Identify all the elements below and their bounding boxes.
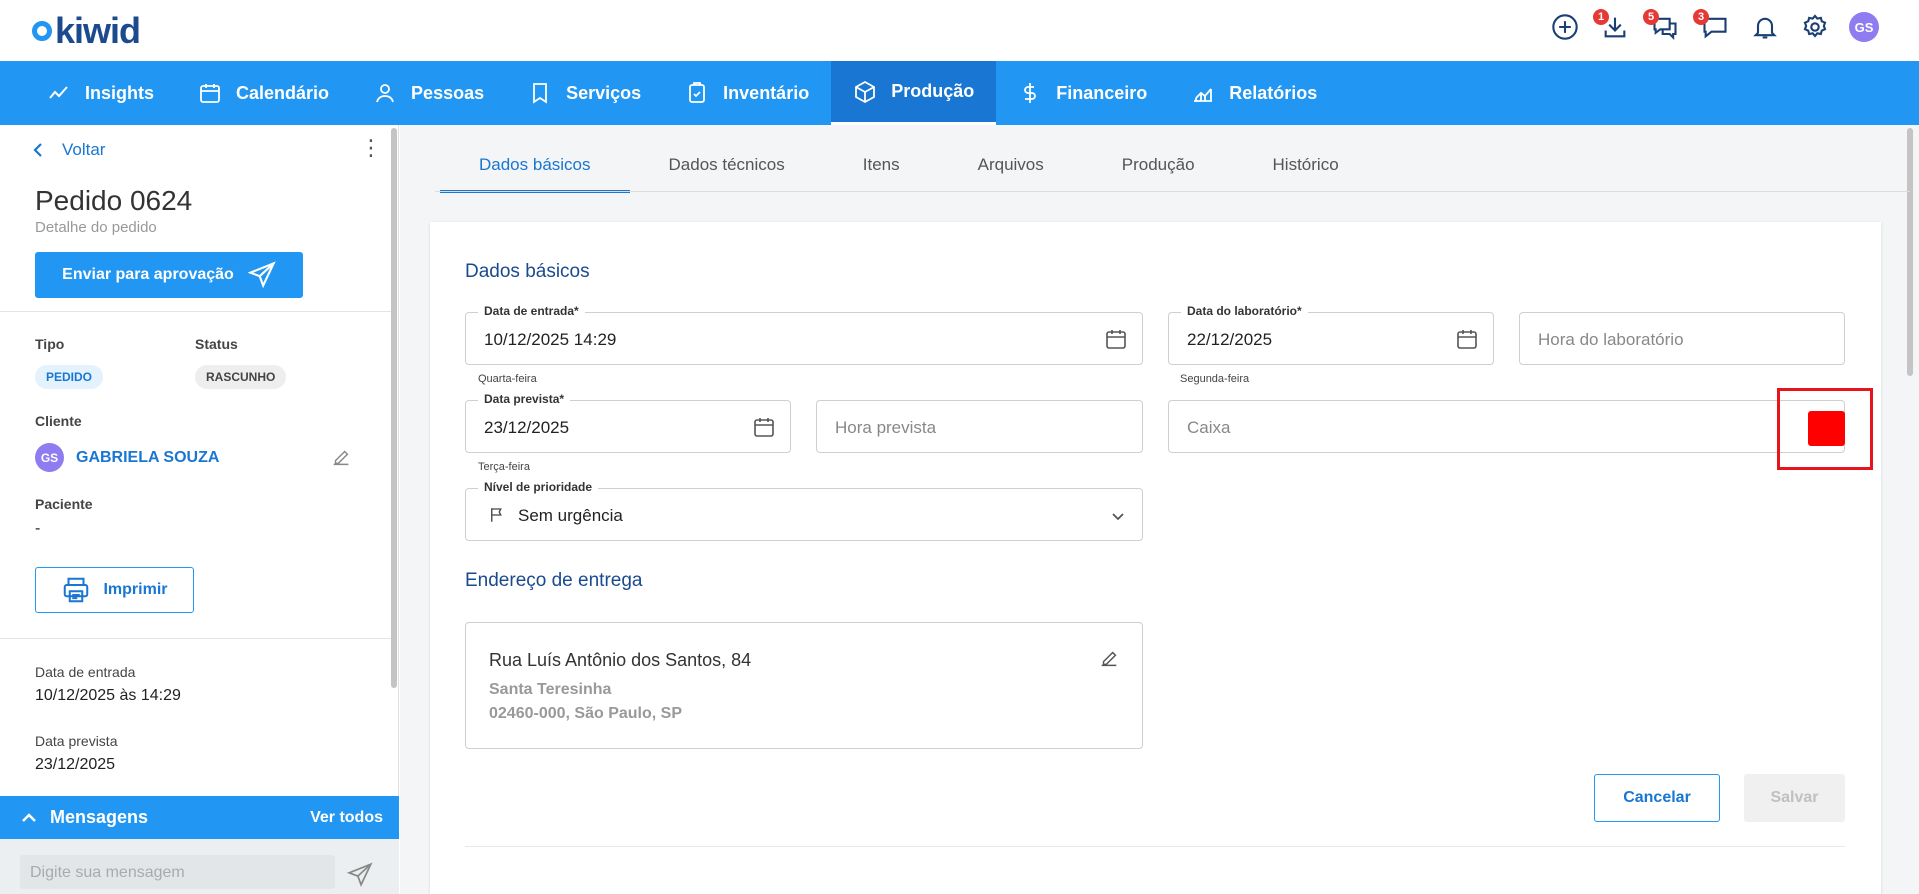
edit-address-icon[interactable] [1098,647,1120,674]
expected-date-field[interactable]: Data prevista* 23/12/2025 [465,392,791,453]
divider [0,311,391,312]
add-icon[interactable] [1549,11,1581,43]
download-badge: 1 [1593,9,1609,25]
nav-item-producao[interactable]: Produção [831,61,997,125]
chat-icon[interactable]: 3 [1693,9,1731,43]
calendar-icon [200,84,220,103]
top-bar: kiwid 1 5 3 GS [0,0,1919,61]
chevron-up-icon [22,812,36,822]
chart-icon [1194,88,1213,102]
tab-itens[interactable]: Itens [824,145,939,193]
client-avatar: GS [35,443,64,472]
messages-title: Mensagens [50,807,149,827]
priority-select[interactable]: Nível de prioridade Sem urgência [465,480,1143,541]
calendar-icon[interactable] [752,415,776,444]
bookmark-icon [533,83,548,104]
address-street: Rua Luís Antônio dos Santos, 84 [489,650,752,670]
card-divider [465,846,1845,847]
person-icon [376,84,394,103]
nav-item-pessoas[interactable]: Pessoas [351,61,506,125]
basic-data-title: Dados básicos [465,261,590,282]
bell-icon[interactable] [1749,11,1781,43]
nav-item-servicos[interactable]: Serviços [506,61,663,125]
sidebar-scrollbar[interactable] [391,128,397,688]
tab-historico[interactable]: Histórico [1234,145,1378,193]
send-message-icon[interactable] [346,862,374,893]
nav-item-calendario[interactable]: Calendário [176,61,351,125]
printer-icon [64,577,89,603]
edit-client-icon[interactable] [330,446,352,473]
address-city: 02460-000, São Paulo, SP [489,705,682,722]
order-title: Pedido 0624 [35,185,193,216]
expected-date-value: 23/12/2025 [35,756,116,773]
messages-bar[interactable]: Mensagens Ver todos [0,796,399,839]
entry-date-hint: Quarta-feira [478,373,537,385]
entry-date-field[interactable]: Data de entrada* 10/12/2025 14:29 [465,304,1143,365]
patient-label: Paciente [35,496,93,512]
calendar-icon[interactable] [1104,327,1128,356]
client-label: Cliente [35,413,82,429]
lab-date-field[interactable]: Data do laboratório* 22/12/2025 [1168,304,1494,365]
expected-time-field[interactable]: Hora prevista [816,400,1143,453]
flag-icon [488,506,506,529]
send-icon [247,261,276,289]
lab-time-field[interactable]: Hora do laboratório [1519,312,1845,365]
divider [0,638,391,639]
box-field[interactable]: Caixa [1168,400,1845,453]
print-button[interactable]: Imprimir [35,567,194,613]
nav-item-relatorios[interactable]: Relatórios [1169,61,1339,125]
main-nav: Insights Calendário Pessoas Serviços Inv… [0,61,1919,125]
address-card: Rua Luís Antônio dos Santos, 84 Santa Te… [465,622,1143,749]
trend-icon [49,86,68,99]
status-label: Status [195,336,238,352]
calendar-icon[interactable] [1455,327,1479,356]
expected-date-hint: Terça-feira [478,461,530,473]
user-avatar[interactable]: GS [1849,12,1879,42]
entry-date-label: Data de entrada [35,664,136,680]
expected-date-label: Data prevista [35,733,118,749]
tabs-underline [435,191,1910,192]
message-input[interactable]: Digite sua mensagem [20,855,335,889]
patient-value: - [35,520,41,537]
chat-badge: 3 [1693,9,1709,25]
delivery-address-title: Endereço de entrega [465,570,643,591]
box-icon [855,80,876,103]
type-badge: PEDIDO [35,365,104,389]
nav-item-inventario[interactable]: Inventário [663,61,831,125]
entry-date-value: 10/12/2025 às 14:29 [35,687,181,704]
top-actions: 1 5 3 GS [1549,9,1879,43]
kiwid-logo[interactable]: kiwid [32,10,141,52]
gear-icon[interactable] [1799,11,1831,43]
nav-item-insights[interactable]: Insights [25,61,176,125]
box-color-swatch[interactable] [1808,411,1845,446]
status-badge: RASCUNHO [195,365,287,389]
more-options-icon[interactable]: ⋮ [360,137,382,159]
tab-producao[interactable]: Produção [1083,145,1234,193]
tab-arquivos[interactable]: Arquivos [939,145,1083,193]
type-label: Tipo [35,336,65,352]
messages-icon[interactable]: 5 [1643,9,1681,43]
order-tabs: Dados básicos Dados técnicos Itens Arqui… [440,145,1378,193]
download-icon[interactable]: 1 [1593,9,1631,43]
client-info: GS GABRIELA SOUZA [35,443,219,472]
send-for-approval-button[interactable]: Enviar para aprovação [35,252,303,298]
tab-dados-tecnicos[interactable]: Dados técnicos [630,145,824,193]
client-name-link[interactable]: GABRIELA SOUZA [76,449,219,467]
order-subtitle: Detalhe do pedido [35,219,157,236]
clipboard-icon [689,82,706,103]
messages-badge: 5 [1643,9,1659,25]
content-scrollbar[interactable] [1907,128,1913,376]
see-all-link[interactable]: Ver todos [310,809,383,827]
cancel-button[interactable]: Cancelar [1594,774,1720,822]
chevron-down-icon [1110,508,1126,529]
lab-date-hint: Segunda-feira [1180,373,1250,385]
back-link[interactable]: Voltar [32,140,105,160]
tab-dados-basicos[interactable]: Dados básicos [440,145,630,193]
save-button[interactable]: Salvar [1744,774,1845,822]
chevron-left-icon [33,143,42,157]
nav-item-financeiro[interactable]: Financeiro [996,61,1169,125]
address-neighborhood: Santa Teresinha [489,681,612,698]
dollar-icon [1024,83,1037,103]
